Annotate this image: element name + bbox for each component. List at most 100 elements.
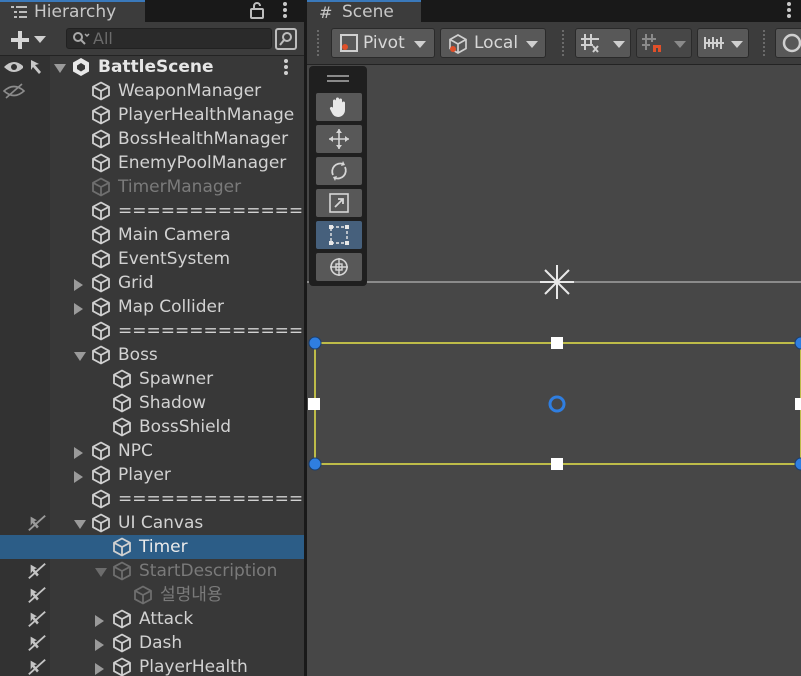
rotate-tool-button[interactable] xyxy=(316,157,362,185)
scale-tool-button[interactable] xyxy=(316,189,362,217)
pickable-disabled-icon[interactable] xyxy=(27,561,47,581)
expand-arrow[interactable] xyxy=(74,279,83,291)
pickable-disabled-icon[interactable] xyxy=(27,585,47,605)
increment-caret xyxy=(731,41,743,48)
hierarchy-item[interactable]: Shadow xyxy=(0,391,304,415)
pickable-disabled-icon[interactable] xyxy=(27,657,47,676)
scene-more-icon[interactable] xyxy=(282,58,290,76)
hierarchy-item-label: NPC xyxy=(118,441,153,461)
local-label: Local xyxy=(474,33,519,53)
add-dropdown-caret[interactable] xyxy=(34,36,46,43)
expand-arrow[interactable] xyxy=(54,64,66,73)
move-tool-button[interactable] xyxy=(316,125,362,153)
hierarchy-item-label: =============== xyxy=(118,489,304,509)
hierarchy-item-label: BossHealthManager xyxy=(118,129,289,149)
hierarchy-item[interactable]: EventSystem xyxy=(0,247,304,271)
hierarchy-item[interactable]: Map Collider xyxy=(0,295,304,319)
hierarchy-item[interactable]: BossHealthManager xyxy=(0,127,304,151)
palette-grip[interactable] xyxy=(327,75,349,77)
hierarchy-item-label: WeaponManager xyxy=(118,81,262,101)
expand-arrow[interactable] xyxy=(95,639,104,651)
expand-arrow[interactable] xyxy=(95,663,104,675)
gameobject-cube-icon xyxy=(92,273,110,293)
scene-tab-title: Scene xyxy=(342,2,394,22)
lock-icon[interactable] xyxy=(250,1,264,19)
hierarchy-item[interactable]: Dash xyxy=(0,631,304,655)
transform-icon xyxy=(330,258,348,276)
eye-icon[interactable] xyxy=(3,59,23,79)
pickable-disabled-icon[interactable] xyxy=(27,633,47,653)
hierarchy-item[interactable]: =============== xyxy=(0,199,304,223)
local-caret xyxy=(526,41,538,48)
hierarchy-item-label: Dash xyxy=(139,633,183,653)
pivot-label: Pivot xyxy=(363,33,405,53)
pickable-disabled-icon[interactable] xyxy=(27,513,47,533)
hierarchy-item[interactable]: NPC xyxy=(0,439,304,463)
pickable-icon[interactable] xyxy=(29,58,49,78)
hierarchy-item[interactable]: Main Camera xyxy=(0,223,304,247)
hierarchy-item[interactable]: PlayerHealth xyxy=(0,655,304,676)
hierarchy-item[interactable]: Grid xyxy=(0,271,304,295)
transform-tool-button[interactable] xyxy=(316,253,362,281)
expand-arrow[interactable] xyxy=(74,447,83,459)
collapse-arrow[interactable] xyxy=(74,352,86,361)
hierarchy-item[interactable]: Spawner xyxy=(0,367,304,391)
add-icon[interactable] xyxy=(10,30,30,50)
hierarchy-item-label: Player xyxy=(118,465,171,485)
expand-arrow[interactable] xyxy=(74,471,83,483)
pickable-disabled-icon[interactable] xyxy=(27,609,47,629)
gameobject-cube-icon xyxy=(113,417,131,437)
hierarchy-item[interactable]: EnemyPoolManager xyxy=(0,151,304,175)
move-icon xyxy=(329,129,349,149)
hierarchy-tab[interactable]: Hierarchy xyxy=(0,0,145,22)
increment-snap-button[interactable] xyxy=(697,28,749,58)
collapse-arrow[interactable] xyxy=(74,520,86,529)
scene-viewport[interactable] xyxy=(307,65,801,676)
hierarchy-item[interactable]: Boss xyxy=(0,343,304,367)
scene-tab[interactable]: # Scene xyxy=(307,0,421,22)
gameobject-cube-icon xyxy=(113,633,131,653)
hierarchy-item[interactable]: Timer xyxy=(0,535,304,559)
snap-button[interactable] xyxy=(636,28,692,58)
ruler-icon xyxy=(704,37,724,49)
gameobject-cube-icon xyxy=(92,513,110,533)
local-cube-icon xyxy=(449,34,467,54)
hierarchy-item[interactable]: UI Canvas xyxy=(0,511,304,535)
hierarchy-item[interactable]: =============== xyxy=(0,319,304,343)
grid-visibility-button[interactable] xyxy=(575,28,631,58)
sphere-icon xyxy=(782,33,801,53)
hierarchy-item[interactable]: BossShield xyxy=(0,415,304,439)
local-dropdown[interactable]: Local xyxy=(440,28,546,58)
rect-transform-outline xyxy=(314,342,801,465)
palette-grip xyxy=(327,80,349,82)
hierarchy-item[interactable]: Player xyxy=(0,463,304,487)
hierarchy-item-label: =============== xyxy=(118,201,304,221)
hierarchy-item[interactable]: WeaponManager xyxy=(0,79,304,103)
scale-icon xyxy=(329,193,349,213)
expand-arrow[interactable] xyxy=(95,615,104,627)
rect-tool-button[interactable] xyxy=(316,221,362,249)
rotate-icon xyxy=(331,161,347,181)
expand-arrow[interactable] xyxy=(74,303,83,315)
hierarchy-item[interactable]: 설명내용 xyxy=(0,583,304,607)
hierarchy-item[interactable]: Attack xyxy=(0,607,304,631)
collapse-arrow[interactable] xyxy=(95,568,107,577)
rect-handle-top xyxy=(551,337,563,349)
gameobject-cube-icon xyxy=(92,489,110,509)
hierarchy-item[interactable]: PlayerHealthManage xyxy=(0,103,304,127)
search-field[interactable]: All xyxy=(66,28,272,49)
hand-tool-button[interactable] xyxy=(316,93,362,121)
hierarchy-item[interactable]: =============== xyxy=(0,487,304,511)
draw-mode-button[interactable] xyxy=(775,28,801,58)
grid-icon xyxy=(581,34,599,53)
scene-row[interactable]: BattleScene xyxy=(0,55,304,79)
search-scene-icon[interactable] xyxy=(274,27,298,51)
scene-more-options-icon[interactable] xyxy=(785,1,793,19)
hierarchy-item[interactable]: StartDescription xyxy=(0,559,304,583)
hierarchy-panel: Hierarchy All BattleScene WeaponManager … xyxy=(0,0,304,676)
pivot-dropdown[interactable]: Pivot xyxy=(331,28,435,58)
hierarchy-item[interactable]: TimerManager xyxy=(0,175,304,199)
hidden-eye-icon[interactable] xyxy=(3,82,25,100)
more-options-icon[interactable] xyxy=(281,1,289,19)
hierarchy-item-label: EventSystem xyxy=(118,249,231,269)
